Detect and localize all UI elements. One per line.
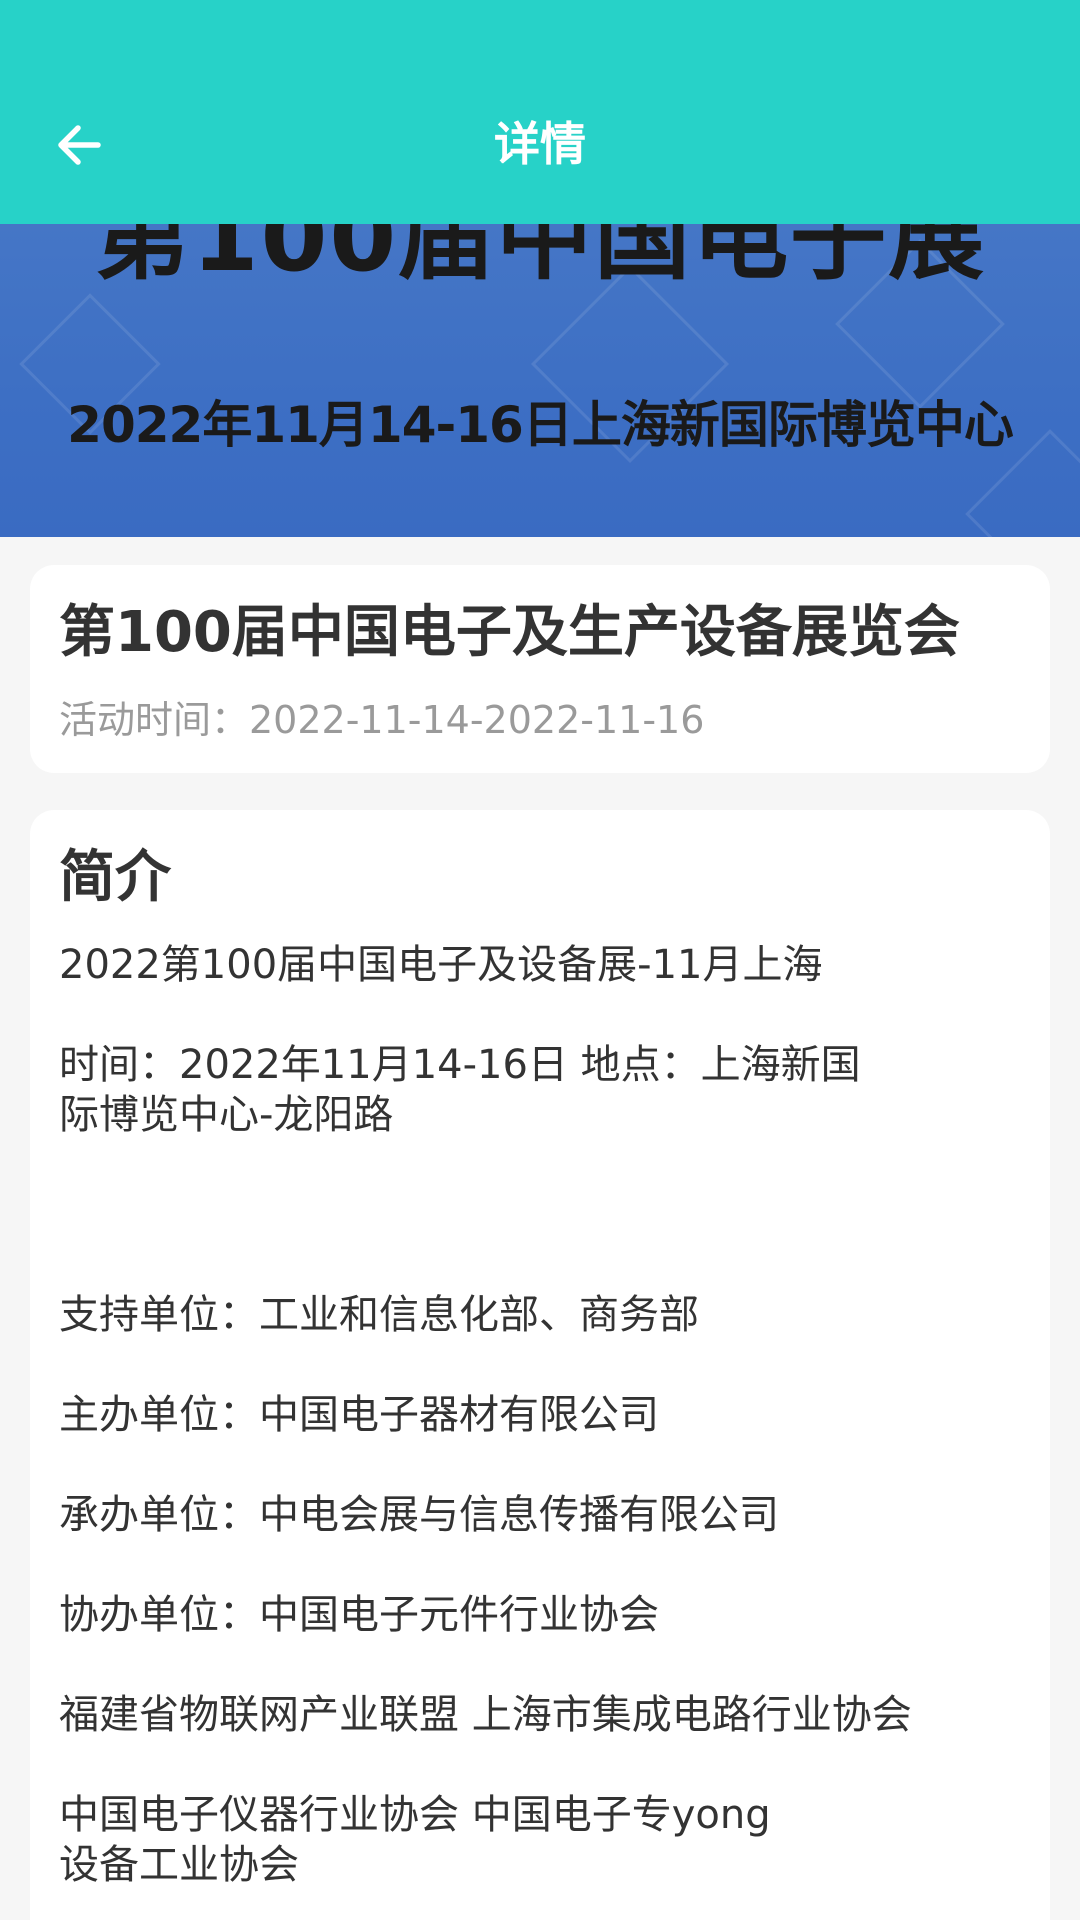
intro-paragraph: 2022第100届中国电子及设备展-11月上海 — [59, 942, 823, 988]
intro-paragraph: 设备工业协会 — [59, 1842, 299, 1888]
event-banner-image: 第100届中国电子展 2022年11月14-16日上海新国际博览中心 — [0, 224, 1080, 537]
banner-subline: 2022年11月14-16日上海新国际博览中心 — [67, 396, 1014, 454]
banner-headline: 第100届中国电子展 — [93, 224, 987, 293]
event-title: 第100届中国电子及生产设备展览会 — [59, 600, 960, 665]
intro-paragraph: 承办单位：中电会展与信息传播有限公司 — [59, 1492, 779, 1538]
intro-paragraph: 福建省物联网产业联盟 上海市集成电路行业协会 — [59, 1692, 912, 1738]
event-summary-card: 第100届中国电子及生产设备展览会 活动时间：2022-11-14-2022-1… — [30, 565, 1050, 773]
event-time: 活动时间：2022-11-14-2022-11-16 — [59, 698, 705, 742]
intro-card: 简介 2022第100届中国电子及设备展-11月上海 时间：2022年11月14… — [30, 810, 1050, 1920]
intro-paragraph: 主办单位：中国电子器材有限公司 — [59, 1392, 659, 1438]
page-title: 详情 — [494, 117, 586, 171]
intro-paragraph: 中国电子仪器行业协会 中国电子专yong — [59, 1792, 771, 1838]
intro-paragraph: 支持单位：工业和信息化部、商务部 — [59, 1292, 699, 1338]
intro-paragraph: 时间：2022年11月14-16日 地点：上海新国 — [59, 1042, 861, 1088]
intro-paragraph: 际博览中心-龙阳路 — [59, 1092, 394, 1138]
intro-heading: 简介 — [59, 845, 171, 910]
intro-paragraph: 协办单位：中国电子元件行业协会 — [59, 1592, 659, 1638]
intro-body: 2022第100届中国电子及设备展-11月上海 时间：2022年11月14-16… — [59, 940, 959, 1890]
top-nav-bar: 详情 — [0, 0, 1080, 224]
